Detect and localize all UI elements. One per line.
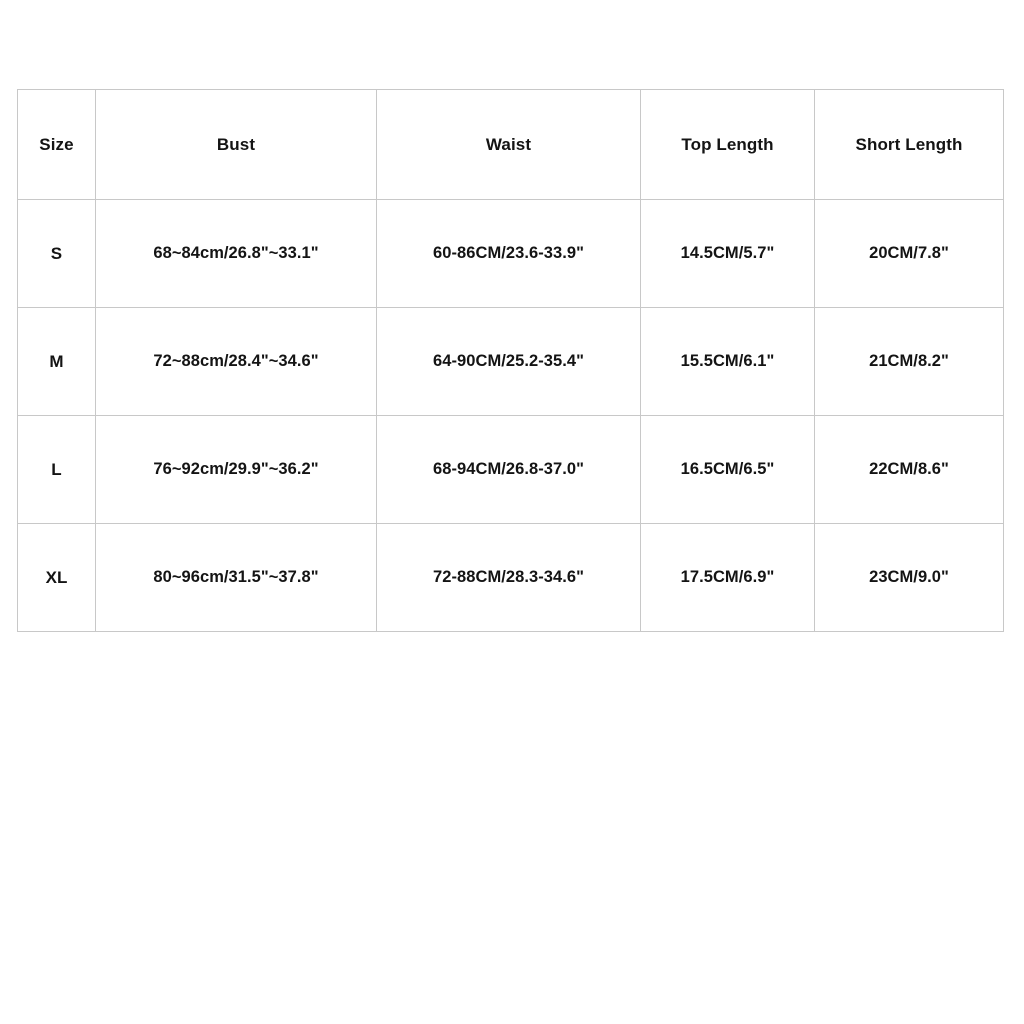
cell-top-length: 14.5CM/5.7" <box>640 199 815 308</box>
column-header-short-length: Short Length <box>814 89 1004 200</box>
cell-short-length: 20CM/7.8" <box>814 199 1004 308</box>
column-header-bust: Bust <box>95 89 377 200</box>
cell-short-length: 22CM/8.6" <box>814 415 1004 524</box>
cell-short-length: 21CM/8.2" <box>814 307 1004 416</box>
cell-short-length: 23CM/9.0" <box>814 523 1004 632</box>
cell-bust: 76~92cm/29.9"~36.2" <box>95 415 377 524</box>
cell-waist: 60-86CM/23.6-33.9" <box>376 199 641 308</box>
cell-size: M <box>17 307 96 416</box>
cell-top-length: 15.5CM/6.1" <box>640 307 815 416</box>
cell-waist: 72-88CM/28.3-34.6" <box>376 523 641 632</box>
cell-top-length: 17.5CM/6.9" <box>640 523 815 632</box>
size-chart-table: Size Bust Waist Top Length Short Length … <box>17 89 1004 632</box>
column-header-waist: Waist <box>376 89 641 200</box>
cell-bust: 72~88cm/28.4"~34.6" <box>95 307 377 416</box>
cell-size: XL <box>17 523 96 632</box>
cell-top-length: 16.5CM/6.5" <box>640 415 815 524</box>
cell-size: S <box>17 199 96 308</box>
table-row: S 68~84cm/26.8"~33.1" 60-86CM/23.6-33.9"… <box>17 199 1004 308</box>
table-row: L 76~92cm/29.9"~36.2" 68-94CM/26.8-37.0"… <box>17 415 1004 524</box>
cell-waist: 64-90CM/25.2-35.4" <box>376 307 641 416</box>
cell-bust: 68~84cm/26.8"~33.1" <box>95 199 377 308</box>
cell-size: L <box>17 415 96 524</box>
table-header-row: Size Bust Waist Top Length Short Length <box>17 89 1004 200</box>
column-header-top-length: Top Length <box>640 89 815 200</box>
column-header-size: Size <box>17 89 96 200</box>
table-row: XL 80~96cm/31.5"~37.8" 72-88CM/28.3-34.6… <box>17 523 1004 632</box>
table-row: M 72~88cm/28.4"~34.6" 64-90CM/25.2-35.4"… <box>17 307 1004 416</box>
cell-waist: 68-94CM/26.8-37.0" <box>376 415 641 524</box>
cell-bust: 80~96cm/31.5"~37.8" <box>95 523 377 632</box>
